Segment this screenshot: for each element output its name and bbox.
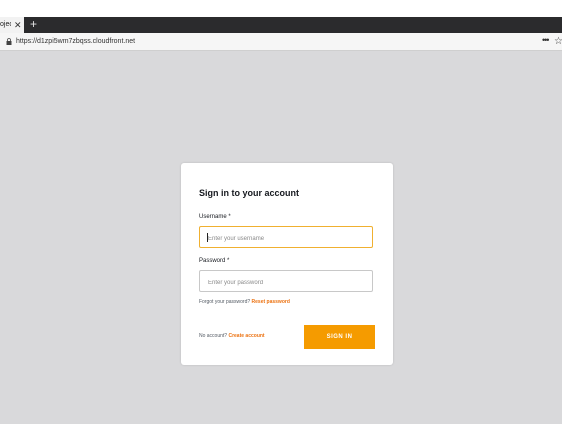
username-field-wrapper xyxy=(199,226,373,249)
create-account-link[interactable]: Create account xyxy=(228,333,264,339)
sign-in-button[interactable]: SIGN IN xyxy=(304,325,375,349)
username-label: Username * xyxy=(199,214,231,220)
more-icon[interactable]: ••• xyxy=(542,33,550,48)
no-account-row: No account? Create account xyxy=(199,333,265,339)
lock-icon xyxy=(6,38,12,45)
browser-tab[interactable]: oject ✕ xyxy=(0,17,24,33)
no-account-text: No account? xyxy=(199,333,228,339)
bookmark-star-icon[interactable]: ☆ xyxy=(554,33,562,50)
window-top-strip xyxy=(0,0,562,17)
reset-password-link[interactable]: Reset password xyxy=(252,299,290,305)
password-label: Password * xyxy=(199,258,230,264)
password-input[interactable] xyxy=(200,273,372,293)
tab-close-icon[interactable]: ✕ xyxy=(14,17,22,33)
page-title: Sign in to your account xyxy=(199,188,300,198)
text-cursor xyxy=(207,233,208,242)
tab-bar: oject ✕ + xyxy=(0,17,562,33)
password-field-wrapper xyxy=(199,270,373,293)
new-tab-icon[interactable]: + xyxy=(30,17,37,32)
address-bar[interactable]: https://d1zpi5wm7zbqss.cloudfront.net ••… xyxy=(0,33,562,51)
tab-title: oject xyxy=(0,21,11,28)
forgot-password-row: Forgot your password? Reset password xyxy=(199,299,290,305)
url-text[interactable]: https://d1zpi5wm7zbqss.cloudfront.net xyxy=(16,33,135,50)
username-input[interactable] xyxy=(200,229,372,249)
forgot-password-text: Forgot your password? xyxy=(199,299,251,305)
signin-card: Sign in to your account Username * Passw… xyxy=(181,163,393,365)
